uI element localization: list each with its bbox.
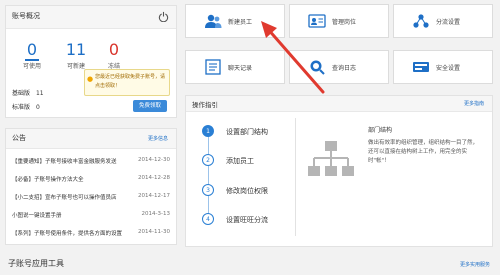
- announcement-date: 2014-12-28: [138, 175, 170, 181]
- tile-manage-position-label: 管理岗位: [332, 19, 357, 26]
- annotation-arrow: [261, 21, 325, 94]
- guide-divider: [295, 118, 296, 236]
- stat-available-value: 0: [24, 40, 40, 61]
- announcement-date: 2014-12-30: [138, 157, 170, 163]
- stat-frozen[interactable]: 0 冻结: [94, 40, 134, 70]
- announcement-text: 【系列】子账号使用条件，提供各方面的设置: [12, 231, 123, 237]
- announcement-date: 2014-12-17: [138, 193, 170, 199]
- announcement-date: 2014-11-30: [138, 229, 170, 235]
- list-item[interactable]: 小图说一键设置手册 2014-3-13: [12, 211, 170, 223]
- step-2[interactable]: 2 添加员工: [202, 154, 282, 168]
- announcement-text: 【重要通知】子账号接收丰富金融服务发送: [12, 159, 117, 165]
- security-icon: [413, 62, 429, 72]
- org-chart-icon: [308, 141, 354, 176]
- users-icon: [205, 14, 222, 28]
- distribution-icon: [413, 14, 429, 28]
- announcement-panel: 公告 更多信息 【重要通知】子账号接收丰富金融服务发送 2014-12-30 【…: [5, 128, 177, 245]
- edition-standard-value: 0: [35, 104, 40, 111]
- account-header: 账号概况: [6, 6, 176, 29]
- claim-tip-text: 您最近已经获取免费子账号，请点击领取！: [95, 74, 166, 89]
- stat-available-label: 可使用: [22, 63, 41, 70]
- stat-creatable[interactable]: 11 可新建: [56, 40, 96, 70]
- step-4-number: 4: [202, 213, 214, 225]
- edition-row-standard: 标准版 0: [12, 102, 40, 111]
- step-1-number: 1: [202, 125, 214, 137]
- guide-title: 操作指引: [192, 101, 218, 109]
- stat-available[interactable]: 0 可使用: [12, 40, 52, 70]
- document-icon: [205, 59, 221, 75]
- guide-detail-title: 部门结构: [368, 127, 393, 134]
- announcement-header: 公告 更多信息: [6, 129, 176, 149]
- guide-header: 操作指引 更多指南: [186, 96, 492, 112]
- tile-security-label: 安全设置: [436, 65, 461, 72]
- step-3[interactable]: 3 修改岗位权限: [202, 184, 282, 198]
- account-panel: 账号概况 0 可使用 11 可新建 0 冻结 ● 您最近已经获取免费子账号，请点…: [5, 5, 177, 118]
- tile-new-employee-label: 新建员工: [228, 19, 253, 26]
- guide-detail-text: 做出有效率的组织管理，组织结构一目了然，还可以直接在结构树上工作，用完全的实时"…: [368, 140, 479, 164]
- edition-basic-value: 11: [35, 90, 44, 97]
- announcement-more-link[interactable]: 更多信息: [148, 135, 168, 142]
- step-2-label: 添加员工: [226, 157, 254, 165]
- step-3-number: 3: [202, 184, 214, 196]
- list-item[interactable]: 【重要通知】子账号接收丰富金融服务发送 2014-12-30: [12, 157, 170, 169]
- list-item[interactable]: 【系列】子账号使用条件，提供各方面的设置 2014-11-30: [12, 229, 170, 241]
- step-3-label: 修改岗位权限: [226, 187, 268, 195]
- tile-query-log-label: 查询日志: [332, 65, 357, 72]
- announcement-text: 【必备】子账号操作方法大全: [12, 177, 84, 183]
- claim-tip: ● 您最近已经获取免费子账号，请点击领取！: [84, 69, 170, 96]
- step-4[interactable]: 4 设置旺旺分流: [202, 213, 282, 227]
- steps-line: [208, 132, 209, 218]
- announcement-text: 【小二支招】宣布子账号也可以操作值员店: [12, 195, 117, 201]
- tile-security[interactable]: 安全设置: [393, 50, 493, 84]
- tools-more-link[interactable]: 更多实用服务: [460, 261, 490, 268]
- claim-button[interactable]: 免费领取: [133, 100, 167, 112]
- lightbulb-icon: ●: [87, 75, 94, 83]
- list-item[interactable]: 【小二支招】宣布子账号也可以操作值员店 2014-12-17: [12, 193, 170, 205]
- announcement-title: 公告: [12, 134, 26, 142]
- tile-distribution-label: 分流设置: [436, 19, 461, 26]
- tools-title: 子账号应用工具: [8, 259, 64, 268]
- account-title: 账号概况: [12, 12, 40, 20]
- guide-more-link[interactable]: 更多指南: [464, 100, 484, 107]
- step-4-label: 设置旺旺分流: [226, 216, 268, 224]
- power-icon[interactable]: [158, 11, 169, 22]
- step-2-number: 2: [202, 154, 214, 166]
- edition-basic-label: 基础版: [12, 90, 31, 97]
- step-1[interactable]: 1 设置部门结构: [202, 125, 282, 139]
- edition-row-basic: 基础版 11: [12, 88, 44, 97]
- guide-detail: 部门结构 做出有效率的组织管理，组织结构一目了然，还可以直接在结构树上工作，用完…: [368, 125, 480, 166]
- tile-chat-records-label: 聊天记录: [228, 65, 253, 72]
- list-item[interactable]: 【必备】子账号操作方法大全 2014-12-28: [12, 175, 170, 187]
- stat-frozen-value: 0: [108, 40, 120, 59]
- tile-distribution[interactable]: 分流设置: [393, 4, 493, 38]
- announcement-date: 2014-3-13: [141, 211, 170, 217]
- step-1-label: 设置部门结构: [226, 128, 268, 136]
- stat-creatable-value: 11: [65, 40, 87, 59]
- edition-standard-label: 标准版: [12, 104, 31, 111]
- announcement-text: 小图说一键设置手册: [12, 213, 62, 219]
